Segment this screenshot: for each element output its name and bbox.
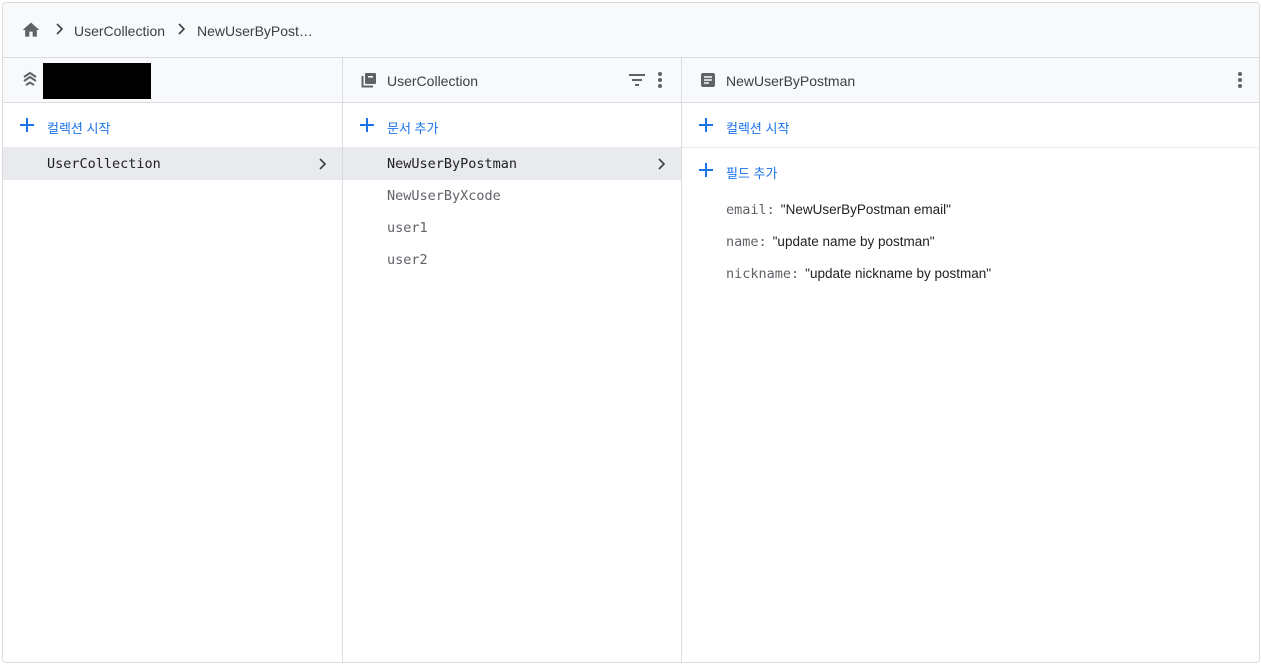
chevron-right-icon xyxy=(178,23,186,35)
list-item-label: UserCollection xyxy=(47,156,161,172)
start-collection-button[interactable]: 컬렉션 시작 xyxy=(682,103,1259,148)
start-collection-button[interactable]: 컬렉션 시작 xyxy=(3,103,342,148)
field-key: name: xyxy=(726,234,767,250)
field-row[interactable]: name: "update name by postman" xyxy=(726,233,1239,265)
list-item-label: NewUserByPostman xyxy=(387,156,518,172)
start-collection-label: 컬렉션 시작 xyxy=(47,121,111,136)
add-field-button[interactable]: 필드 추가 xyxy=(682,148,1259,192)
chevron-right-icon xyxy=(56,23,64,35)
list-item[interactable]: NewUserByPostman xyxy=(343,148,681,180)
document-panel-header: NewUserByPostman xyxy=(682,58,1259,103)
collection-title: UserCollection xyxy=(387,73,479,89)
document-panel: NewUserByPostman 컬렉션 시작 필드 추가 email: "New… xyxy=(682,58,1259,662)
plus-icon xyxy=(699,118,713,132)
list-item-label: NewUserByXcode xyxy=(387,188,501,204)
home-icon[interactable] xyxy=(21,20,41,40)
document-icon xyxy=(701,73,715,87)
list-item-label: user1 xyxy=(387,220,428,236)
more-vert-icon[interactable] xyxy=(657,71,663,89)
chevron-right-icon xyxy=(658,158,666,170)
more-vert-icon[interactable] xyxy=(1237,71,1243,89)
field-key: nickname: xyxy=(726,266,800,282)
firestore-data-viewer: UserCollection NewUserByPost… 컬렉션 시작 Use… xyxy=(2,2,1260,663)
collection-icon xyxy=(361,73,376,88)
collection-panel-header: UserCollection xyxy=(343,58,681,103)
root-panel: 컬렉션 시작 UserCollection xyxy=(3,58,343,662)
collection-list: UserCollection xyxy=(3,148,342,180)
chevron-right-icon xyxy=(319,158,327,170)
breadcrumb-item[interactable]: UserCollection xyxy=(74,23,165,39)
start-collection-label: 컬렉션 시작 xyxy=(726,121,790,136)
field-value: "NewUserByPostman email" xyxy=(780,202,951,217)
document-list: NewUserByPostman NewUserByXcode user1 us… xyxy=(343,148,681,276)
firestore-icon xyxy=(23,71,37,86)
filter-icon[interactable] xyxy=(628,73,646,87)
add-document-label: 문서 추가 xyxy=(387,121,439,136)
breadcrumb: UserCollection NewUserByPost… xyxy=(3,3,1259,58)
list-item[interactable]: user1 xyxy=(343,212,681,244)
field-row[interactable]: nickname: "update nickname by postman" xyxy=(726,265,1239,297)
plus-icon xyxy=(360,118,374,132)
document-title: NewUserByPostman xyxy=(726,73,856,89)
field-value: "update name by postman" xyxy=(772,234,935,249)
list-item-label: user2 xyxy=(387,252,428,268)
field-key: email: xyxy=(726,202,775,218)
plus-icon xyxy=(20,118,34,132)
list-item[interactable]: UserCollection xyxy=(3,148,342,180)
list-item[interactable]: NewUserByXcode xyxy=(343,180,681,212)
field-value: "update nickname by postman" xyxy=(805,266,992,281)
root-panel-header xyxy=(3,58,342,103)
plus-icon xyxy=(699,163,713,177)
add-field-label: 필드 추가 xyxy=(726,166,778,181)
redacted-project-name xyxy=(43,63,151,99)
field-list: email: "NewUserByPostman email" name: "upd… xyxy=(726,201,1239,297)
add-document-button[interactable]: 문서 추가 xyxy=(343,103,681,148)
field-row[interactable]: email: "NewUserByPostman email" xyxy=(726,201,1239,233)
collection-panel: UserCollection 문서 추가 NewUserByPostman Ne… xyxy=(343,58,682,662)
list-item[interactable]: user2 xyxy=(343,244,681,276)
breadcrumb-item[interactable]: NewUserByPost… xyxy=(197,23,313,39)
